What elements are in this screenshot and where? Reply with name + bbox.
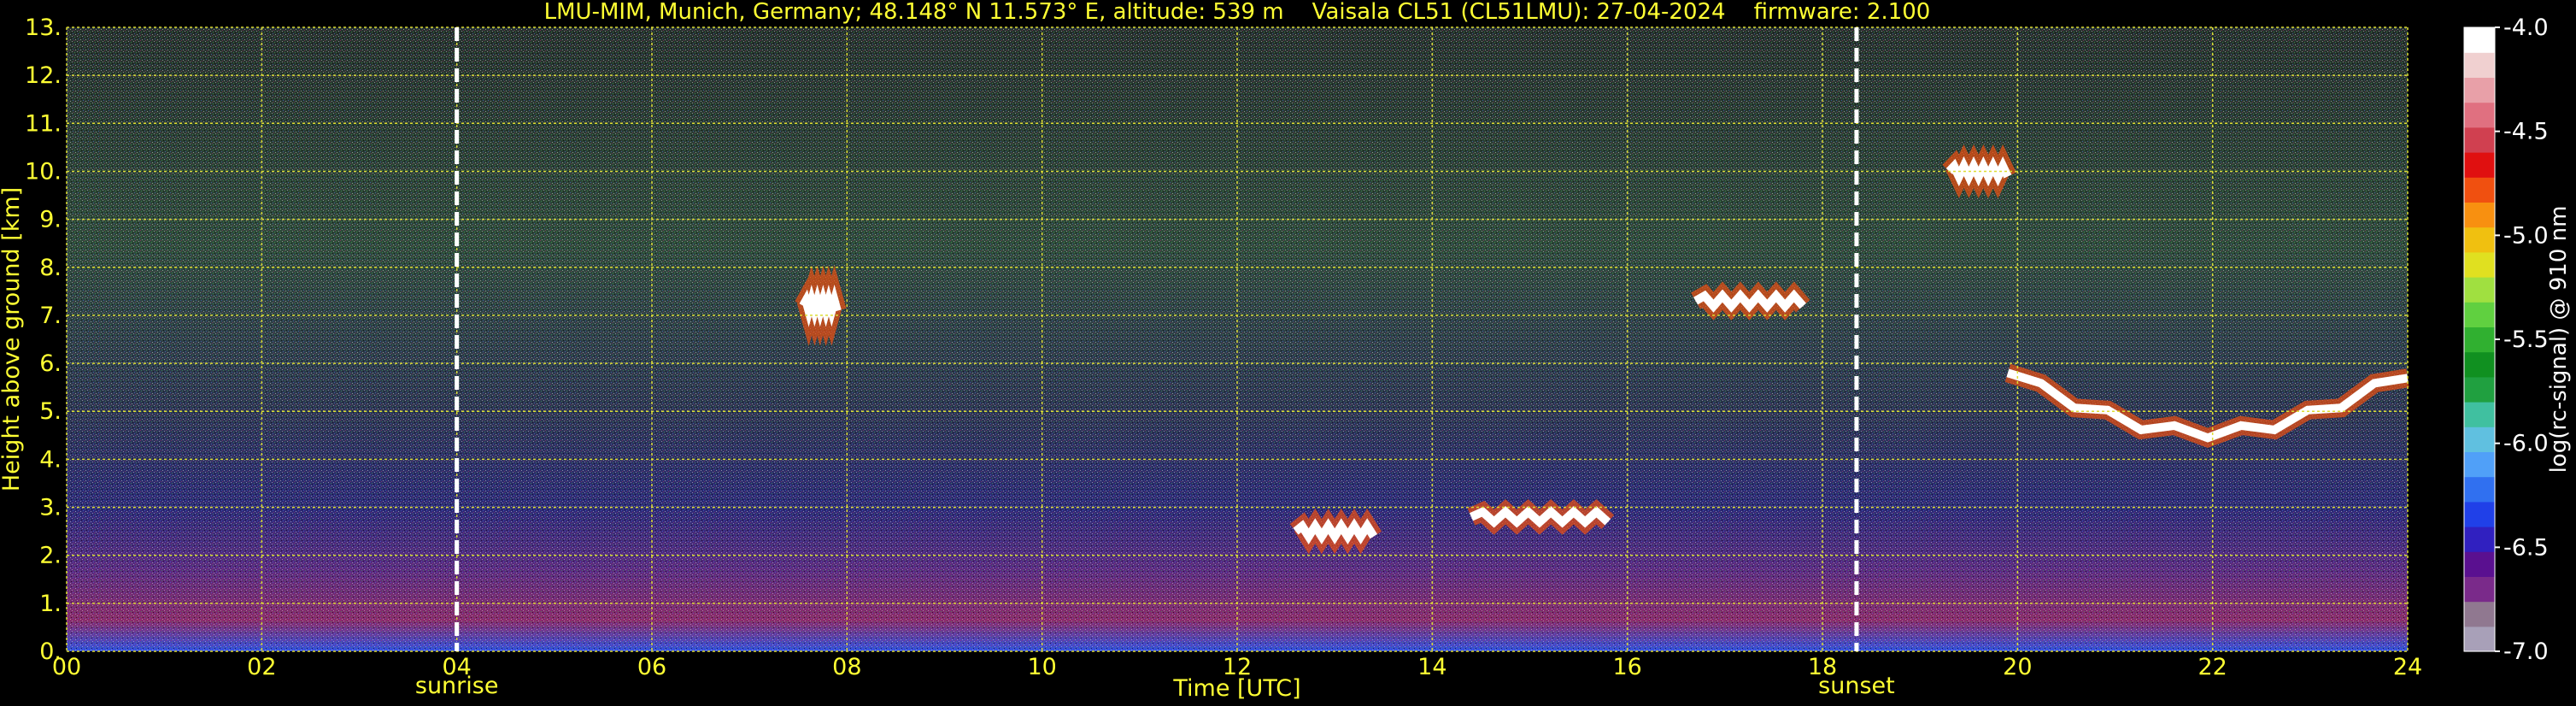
x-tick-label: 02 [247,654,276,680]
colorbar-tick-label: -6.5 [2503,534,2549,561]
colorbar-swatch [2464,177,2495,203]
colorbar-swatch [2464,402,2495,427]
colorbar-swatch [2464,27,2495,53]
colorbar-swatch [2464,102,2495,128]
colorbar-tick-label: -4.0 [2503,15,2549,41]
colorbar-tick-label: -5.5 [2503,327,2549,353]
x-tick-label: 14 [1417,654,1446,680]
colorbar-swatch [2464,626,2495,652]
colorbar-swatch [2464,501,2495,527]
y-tick-label: 11. [25,110,62,137]
colorbar-swatch [2464,327,2495,353]
x-tick-label: 04 [442,654,471,680]
y-tick-label: 0. [39,638,62,665]
x-tick-label: 10 [1027,654,1056,680]
colorbar-swatch [2464,126,2495,153]
colorbar-swatch [2464,152,2495,178]
y-tick-label: 3. [39,495,62,521]
colorbar-swatch [2464,52,2495,78]
y-tick-label: 6. [39,350,62,377]
ceilometer-chart: sunrise sunset 00 02 04 06 08 10 12 14 16 18 20 22 24… [0,0,2572,702]
y-tick-label: 2. [39,543,62,569]
cloud-layer [799,284,842,327]
y-tick-label: 10. [25,158,62,185]
x-tick-label: 20 [2003,654,2032,680]
colorbar-swatch [2464,202,2495,228]
colorbar-swatch [2464,302,2495,327]
y-tick-label: 7. [39,303,62,329]
colorbar-tick-label: -7.0 [2503,638,2549,665]
colorbar-swatch [2464,576,2495,603]
colorbar-swatch [2464,376,2495,403]
colorbar-swatch [2464,427,2495,452]
colorbar-swatch [2464,351,2495,378]
chart-title: LMU-MIM, Munich, Germany; 48.148° N 11.5… [544,0,1931,25]
y-tick-label: 8. [39,255,62,281]
y-tick-label: 4. [39,446,62,473]
y-tick-label: 5. [39,398,62,425]
x-tick-label: 18 [1808,654,1837,680]
x-tick-label: 08 [832,654,861,680]
y-axis-label: Height above ground [km] [0,187,25,491]
colorbar-tick-label: -4.5 [2503,119,2549,145]
colorbar-swatch [2464,451,2495,478]
y-tick-label: 13. [25,15,62,41]
colorbar-tick-label: -5.0 [2503,222,2549,249]
colorbar-swatch [2464,476,2495,503]
x-tick-label: 22 [2198,654,2227,680]
y-tick-label: 12. [25,62,62,89]
x-tick-label: 24 [2393,654,2422,680]
colorbar-label: log(rc-signal) @ 910 nm [2546,206,2572,474]
x-tick-label: 16 [1612,654,1641,680]
colorbar-swatch [2464,77,2495,103]
colorbar-swatch [2464,277,2495,303]
colorbar-tick-label: -6.0 [2503,431,2549,457]
cloud-layer [1945,156,2012,187]
colorbar-swatch [2464,551,2495,577]
y-tick-label: 9. [39,207,62,233]
colorbar-swatch [2464,527,2495,552]
colorbar-swatch [2464,227,2495,253]
y-tick-label: 1. [39,591,62,617]
colorbar-swatch [2464,251,2495,278]
x-tick-label: 06 [637,654,666,680]
x-axis-label: Time [UTC] [1172,675,1300,702]
colorbar-swatch [2464,601,2495,627]
